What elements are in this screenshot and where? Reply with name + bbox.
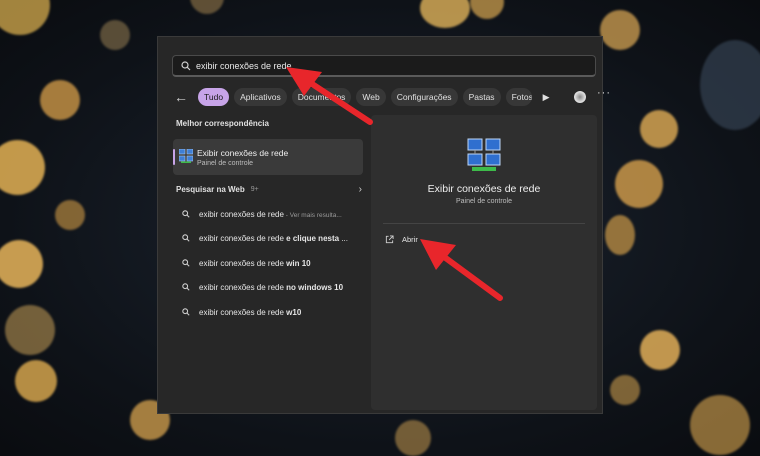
- annotation-arrow: [286, 67, 503, 301]
